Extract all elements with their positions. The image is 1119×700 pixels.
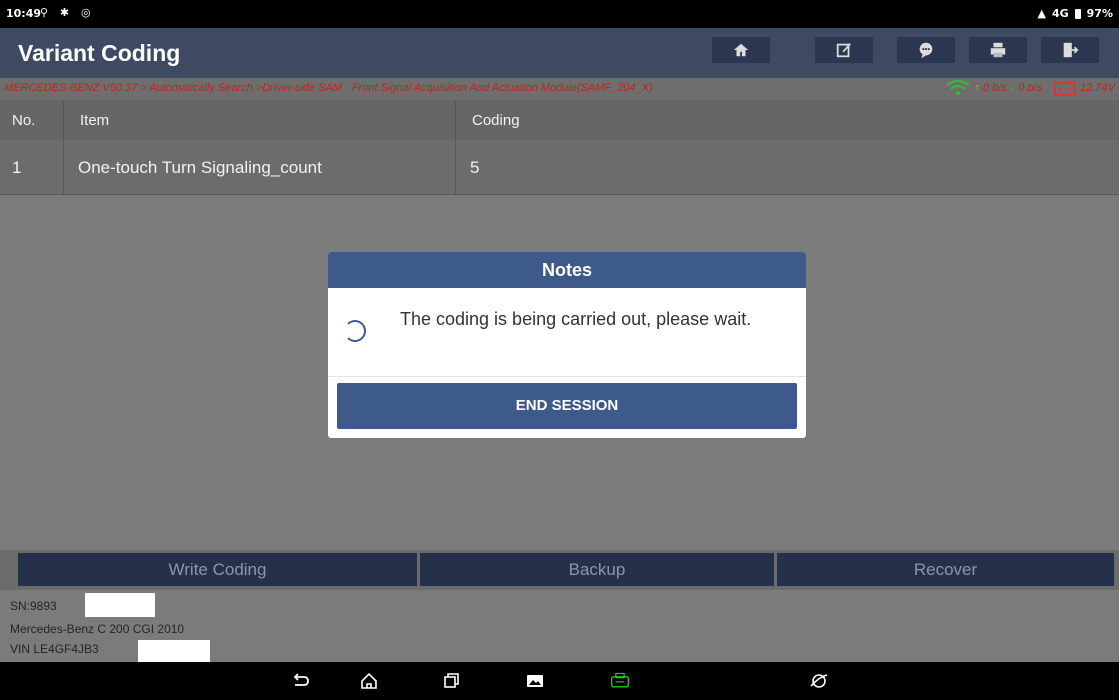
vin: VIN LE4GF4JB3 [10,642,99,656]
back-icon [293,673,309,686]
exit-button[interactable] [1041,37,1099,63]
android-home-button[interactable] [358,670,380,692]
table-header: No. Item Coding [0,100,1119,140]
battery-label: 97% [1086,7,1113,20]
system-navbar [0,662,1119,700]
upload-rate: 0 b/s [982,82,1007,94]
vehicle-info: SN:9893 Mercedes-Benz C 200 CGI 2010 VIN… [0,590,1119,662]
cell-no: 1 [12,158,22,177]
wifi-icon [946,80,970,95]
signal-icon: ▲ [1037,7,1046,20]
gallery-icon [527,675,543,687]
recents-button[interactable] [440,670,462,692]
cell-coding: 5 [470,158,480,177]
vci-button[interactable] [609,670,631,692]
connection-stats: ↑ 0 b/s ↓ 0 b/s 12.74V [945,80,1115,96]
vci-icon [611,672,629,688]
upload-arrow-icon: ↑ [974,82,980,94]
chat-icon: ◎ [80,6,95,19]
print-icon [990,42,1006,58]
message-icon [919,42,933,59]
usb-icon: ⚲ [40,6,53,19]
page-title: Variant Coding [18,40,181,66]
dialog-body: The coding is being carried out, please … [328,288,806,377]
table-row[interactable]: 1 One-touch Turn Signaling_count 5 [0,140,1119,195]
status-time: 10:49 [6,7,42,20]
recents-icon [444,673,459,688]
back-button[interactable] [290,670,312,692]
column-header-coding: Coding [472,112,520,129]
browser-button[interactable] [808,670,830,692]
status-right: ▲ 4G 97% [1038,7,1114,20]
dialog-title: Notes [328,252,806,288]
backup-button[interactable]: Backup [420,553,774,586]
column-header-no: No. [12,112,36,129]
breadcrumb: MERCEDES-BENZ V50.37 > Automatically Sea… [0,78,1119,100]
status-left-icons: ⚲ ✱ ◎ [40,6,95,19]
vehicle-model: Mercedes-Benz C 200 CGI 2010 [10,622,185,636]
recover-button[interactable]: Recover [777,553,1114,586]
exit-icon [1063,42,1079,58]
bluetooth-icon: ✱ [59,6,74,19]
home-outline-icon [361,672,377,689]
voltage: 12.74V [1080,82,1115,94]
loading-spinner-icon [344,320,366,342]
notes-dialog: Notes The coding is being carried out, p… [328,252,806,438]
column-header-item: Item [80,112,110,129]
battery-icon [1074,8,1081,19]
write-coding-button[interactable]: Write Coding [18,553,417,586]
column-divider [63,100,64,194]
redaction-box [138,640,210,662]
action-bar: Write Coding Backup Recover [0,550,1119,590]
car-battery-icon [1054,82,1077,96]
edit-icon [836,43,851,58]
network-label: 4G [1051,7,1069,20]
breadcrumb-path: MERCEDES-BENZ V50.37 > Automatically Sea… [4,82,653,94]
app-header: Variant Coding [0,28,1119,78]
gallery-button[interactable] [524,670,546,692]
download-arrow-icon: ↓ [1009,82,1016,94]
print-button[interactable] [969,37,1027,63]
redaction-box [85,593,155,617]
message-button[interactable] [897,37,955,63]
home-button[interactable] [712,37,770,63]
dialog-message: The coding is being carried out, please … [400,309,752,329]
download-rate: 0 b/s [1018,82,1043,94]
edit-button[interactable] [815,37,873,63]
home-icon [733,43,749,57]
end-session-button[interactable]: END SESSION [337,383,797,429]
browser-icon [810,674,828,688]
cell-item: One-touch Turn Signaling_count [78,158,322,177]
status-bar: 10:49 ⚲ ✱ ◎ ▲ 4G 97% [0,0,1119,28]
column-divider [455,100,456,194]
serial-number: SN:9893 [10,599,57,613]
